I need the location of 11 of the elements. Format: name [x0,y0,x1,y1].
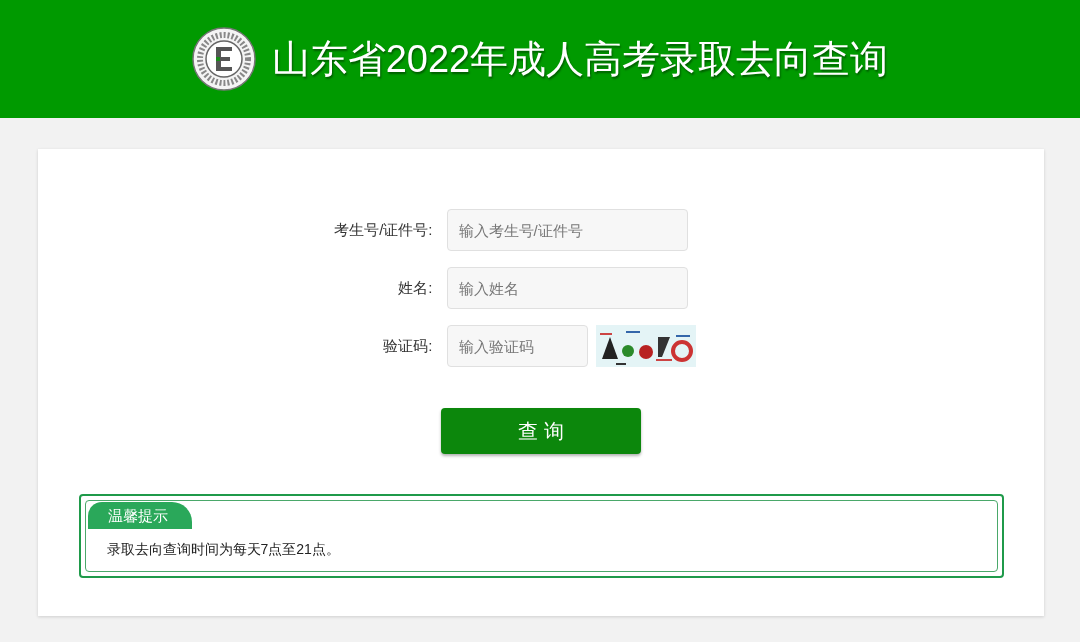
notice-text: 录取去向查询时间为每天7点至21点。 [106,540,341,559]
input-field[interactable]: 输入验证码 [446,325,588,367]
emblem-logo [191,27,256,91]
submit-button[interactable]: 查 询 [441,408,641,454]
field-label: 姓名: [397,277,434,298]
page-title: 山东省2022年成人高考录取去向查询 [271,36,889,82]
input-field[interactable]: 输入考生号/证件号 [446,209,688,251]
field-label: 考生号/证件号: [333,219,434,240]
field-label: 验证码: [382,335,434,356]
input-field[interactable]: 输入姓名 [446,267,688,309]
notice-tag: 温馨提示 [87,502,192,529]
